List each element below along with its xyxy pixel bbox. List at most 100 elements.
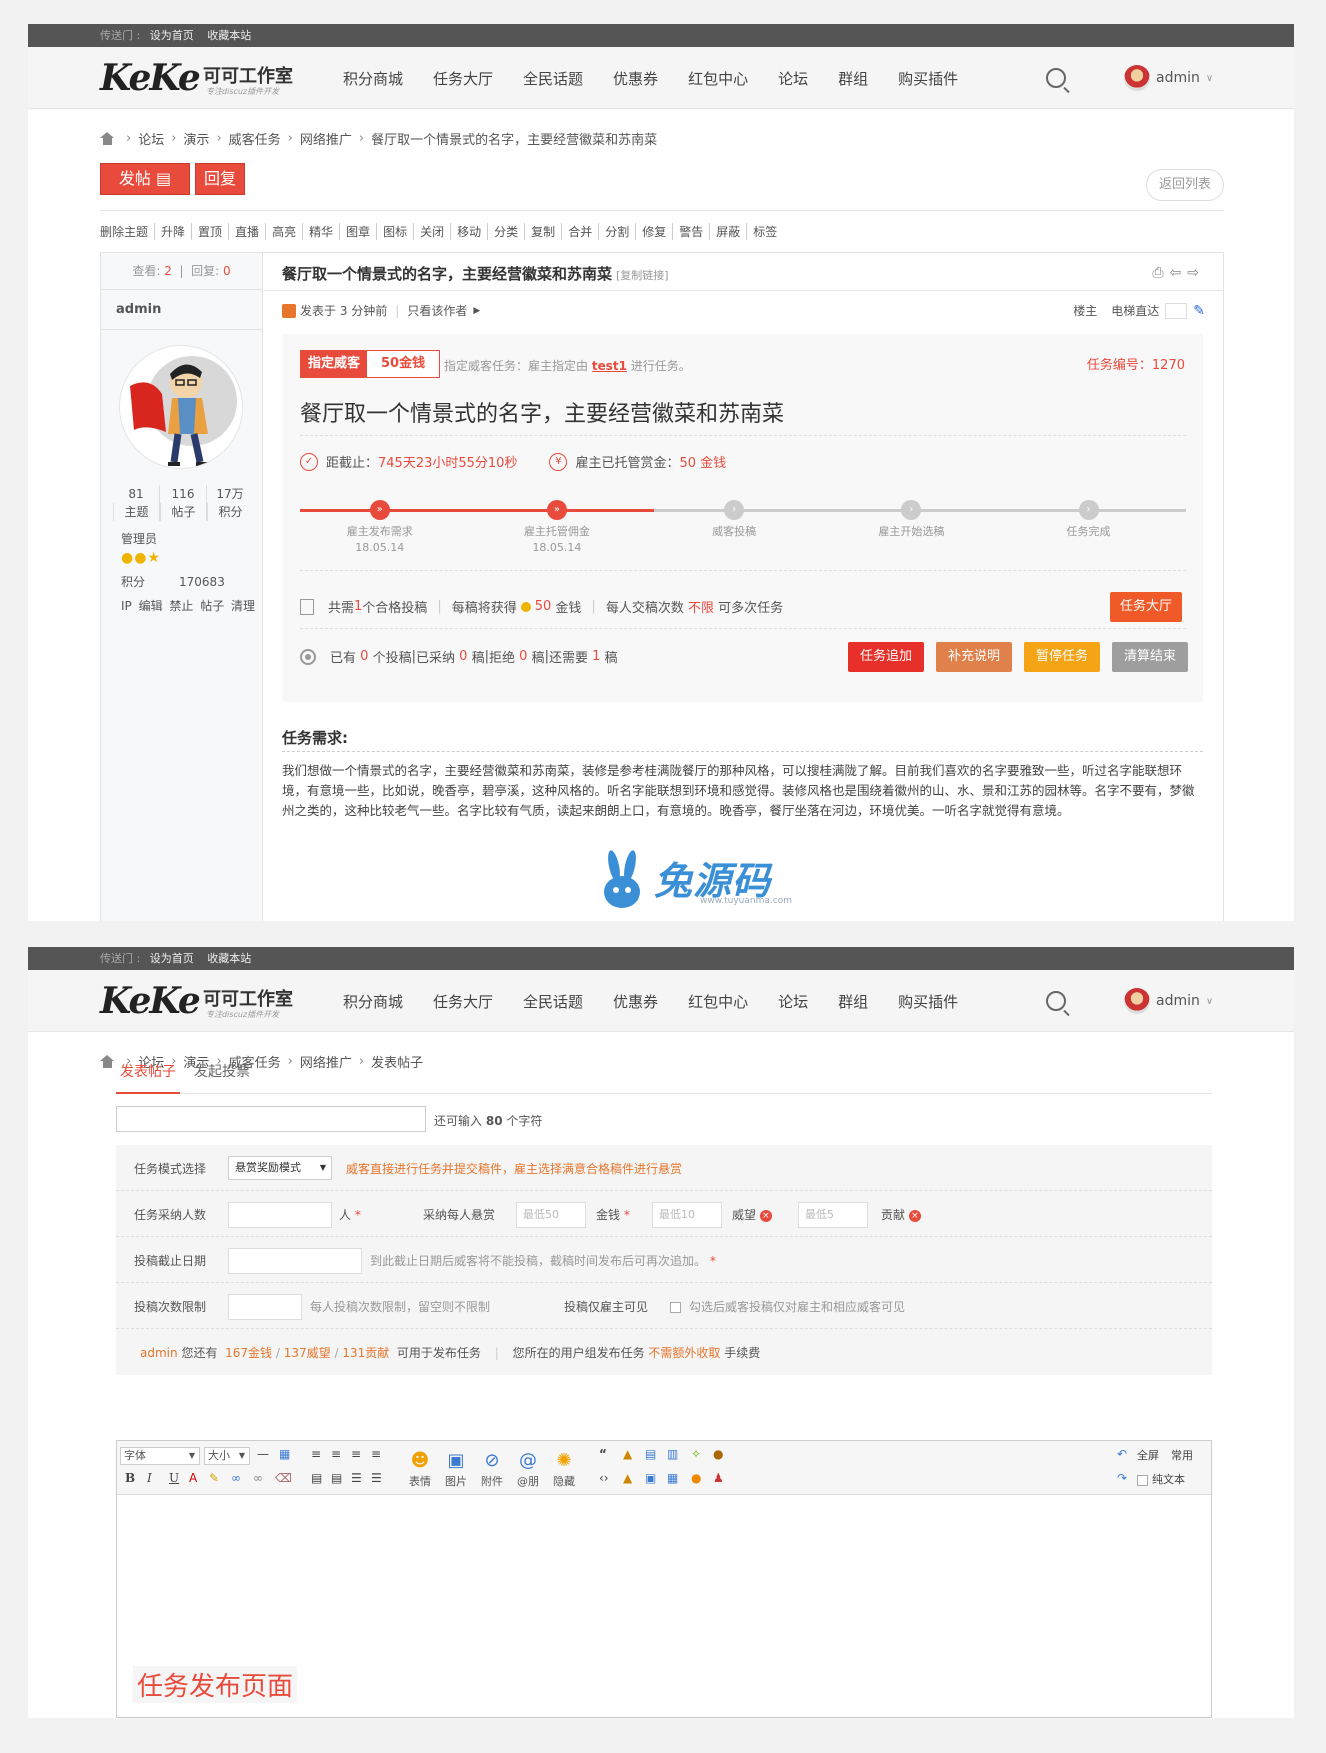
nav-item[interactable]: 群组 xyxy=(838,991,868,1012)
redo-icon[interactable]: ↷ xyxy=(1117,1471,1127,1485)
reward-money-input[interactable]: 最低50 xyxy=(516,1202,586,1228)
deadline-input[interactable] xyxy=(228,1248,362,1274)
outdent-icon[interactable]: ▤ xyxy=(331,1471,342,1485)
hide-tool[interactable]: ✺ 隐藏 xyxy=(549,1449,579,1489)
emoji-tool[interactable]: ☻ 表情 xyxy=(405,1449,435,1489)
undo-icon[interactable]: ↶ xyxy=(1117,1447,1127,1461)
site-logo[interactable]: KeKe 可可工作室 专注discuz插件开发 xyxy=(100,59,300,99)
count-points[interactable]: 17万 积分 xyxy=(206,485,253,521)
mod-tool[interactable]: 分类 xyxy=(487,223,524,240)
mod-tool[interactable]: 修复 xyxy=(635,223,672,240)
home-icon[interactable] xyxy=(100,132,115,145)
mention-tool[interactable]: @ @朋 xyxy=(513,1449,543,1489)
new-post-button[interactable]: 发帖 ▤ xyxy=(100,163,190,195)
bookmark-link[interactable]: 收藏本站 xyxy=(207,29,251,42)
common-button[interactable]: 常用 xyxy=(1171,1447,1193,1463)
mod-tool[interactable]: 精华 xyxy=(302,223,339,240)
mod-tool[interactable]: 标签 xyxy=(746,223,783,240)
mod-tool[interactable]: 移动 xyxy=(450,223,487,240)
align-right-icon[interactable]: ≡ xyxy=(351,1447,361,1461)
user-menu[interactable]: admin ∨ xyxy=(1124,988,1213,1014)
reward-prestige-input[interactable]: 最低10 xyxy=(652,1202,722,1228)
copy-link[interactable]: [复制链接] xyxy=(616,269,669,282)
mod-tool[interactable]: 复制 xyxy=(524,223,561,240)
supplement-button[interactable]: 补充说明 xyxy=(936,642,1012,672)
mod-tool[interactable]: 合并 xyxy=(561,223,598,240)
nav-item[interactable]: 任务大厅 xyxy=(433,991,493,1012)
elevator-input[interactable] xyxy=(1165,302,1188,319)
bullet-list-icon[interactable]: ☰ xyxy=(371,1471,382,1485)
size-select[interactable]: 大小 ▼ xyxy=(204,1447,250,1465)
audio-icon[interactable]: ▥ xyxy=(667,1447,678,1461)
nav-item[interactable]: 积分商城 xyxy=(343,68,403,89)
mod-tool[interactable]: 直播 xyxy=(228,223,265,240)
only-author-link[interactable]: 只看该作者 xyxy=(407,302,467,319)
nav-item[interactable]: 购买插件 xyxy=(898,991,958,1012)
table-icon[interactable]: ▦ xyxy=(279,1447,290,1461)
align-left-icon[interactable]: ≡ xyxy=(311,1447,321,1461)
reward-contrib-input[interactable]: 最低5 xyxy=(798,1202,868,1228)
lock2-icon[interactable]: ▲ xyxy=(623,1471,632,1485)
mod-tool[interactable]: 关闭 xyxy=(413,223,450,240)
ordered-list-icon[interactable]: ☰ xyxy=(351,1471,362,1485)
link-icon[interactable]: ∞ xyxy=(231,1471,241,1485)
author-name[interactable]: admin xyxy=(101,290,262,330)
count-posts[interactable]: 116 帖子 xyxy=(159,485,206,521)
plaintext-option[interactable]: 纯文本 xyxy=(1137,1471,1185,1487)
clear-format-icon[interactable]: ⌫ xyxy=(275,1471,292,1485)
set-home-link[interactable]: 设为首页 xyxy=(150,952,194,965)
mod-tool[interactable]: 图标 xyxy=(376,223,413,240)
mod-tool[interactable]: 升降 xyxy=(154,223,191,240)
nav-item[interactable]: 购买插件 xyxy=(898,68,958,89)
settle-task-button[interactable]: 清算结束 xyxy=(1112,642,1188,672)
bg-icon[interactable]: ● xyxy=(691,1471,701,1485)
flash-icon[interactable]: ▣ xyxy=(645,1471,656,1485)
nav-item[interactable]: 论坛 xyxy=(778,991,808,1012)
key-icon[interactable]: ✧ xyxy=(691,1447,701,1461)
user-menu[interactable]: admin ∨ xyxy=(1124,65,1213,91)
back-to-list-button[interactable]: 返回列表 xyxy=(1146,169,1224,201)
search-icon[interactable] xyxy=(1046,68,1066,88)
bookmark-link[interactable]: 收藏本站 xyxy=(207,952,251,965)
nav-item[interactable]: 积分商城 xyxy=(343,991,403,1012)
highlight-icon[interactable]: ✎ xyxy=(209,1471,219,1485)
mod-tool[interactable]: 高亮 xyxy=(265,223,302,240)
text-color-icon[interactable]: A xyxy=(189,1471,197,1485)
nav-item[interactable]: 论坛 xyxy=(778,68,808,89)
underline-icon[interactable]: U xyxy=(169,1471,179,1485)
breadcrumb-item[interactable]: 网络推广 xyxy=(300,129,352,148)
attachment-tool[interactable]: ⊘ 附件 xyxy=(477,1449,507,1489)
hr-icon[interactable]: — xyxy=(257,1447,269,1461)
limit-input[interactable] xyxy=(228,1294,302,1320)
thread-tool-icons[interactable]: ⎙⇦⇨ xyxy=(1152,265,1205,281)
assigned-user-link[interactable]: test1 xyxy=(592,359,627,373)
unlink-icon[interactable]: ∞ xyxy=(253,1471,263,1485)
pause-task-button[interactable]: 暂停任务 xyxy=(1024,642,1100,672)
mod-tool[interactable]: 屏蔽 xyxy=(709,223,746,240)
align-center-icon[interactable]: ≡ xyxy=(331,1447,341,1461)
site-logo[interactable]: KeKe 可可工作室 专注discuz插件开发 xyxy=(100,982,300,1022)
breadcrumb-item[interactable]: 演示 xyxy=(183,129,209,148)
free-icon[interactable]: ▤ xyxy=(645,1447,656,1461)
visible-checkbox[interactable] xyxy=(670,1302,681,1313)
align-justify-icon[interactable]: ≡ xyxy=(371,1447,381,1461)
subject-input[interactable] xyxy=(116,1106,426,1132)
nav-item[interactable]: 群组 xyxy=(838,68,868,89)
code-icon[interactable]: ‹› xyxy=(599,1471,609,1485)
accept-count-input[interactable] xyxy=(228,1202,332,1228)
nav-item[interactable]: 全民话题 xyxy=(523,68,583,89)
task-mode-select[interactable]: 悬赏奖励模式 ▼ xyxy=(228,1156,332,1180)
bold-icon[interactable]: B xyxy=(125,1471,135,1485)
indent-icon[interactable]: ▤ xyxy=(311,1471,322,1485)
add-task-button[interactable]: 任务追加 xyxy=(848,642,924,672)
nav-item[interactable]: 红包中心 xyxy=(688,991,748,1012)
user-icon[interactable]: ♟ xyxy=(713,1471,724,1485)
mod-tool[interactable]: 置顶 xyxy=(191,223,228,240)
mod-tool[interactable]: 分割 xyxy=(598,223,635,240)
count-topics[interactable]: 81 主题 xyxy=(113,485,159,521)
reply-button[interactable]: 回复 xyxy=(195,163,245,195)
coin-icon[interactable]: ● xyxy=(713,1447,723,1461)
tab-new-poll[interactable]: 发起投票 xyxy=(190,1050,254,1094)
quote-icon[interactable]: “ xyxy=(599,1447,607,1461)
breadcrumb-item[interactable]: 论坛 xyxy=(138,129,164,148)
